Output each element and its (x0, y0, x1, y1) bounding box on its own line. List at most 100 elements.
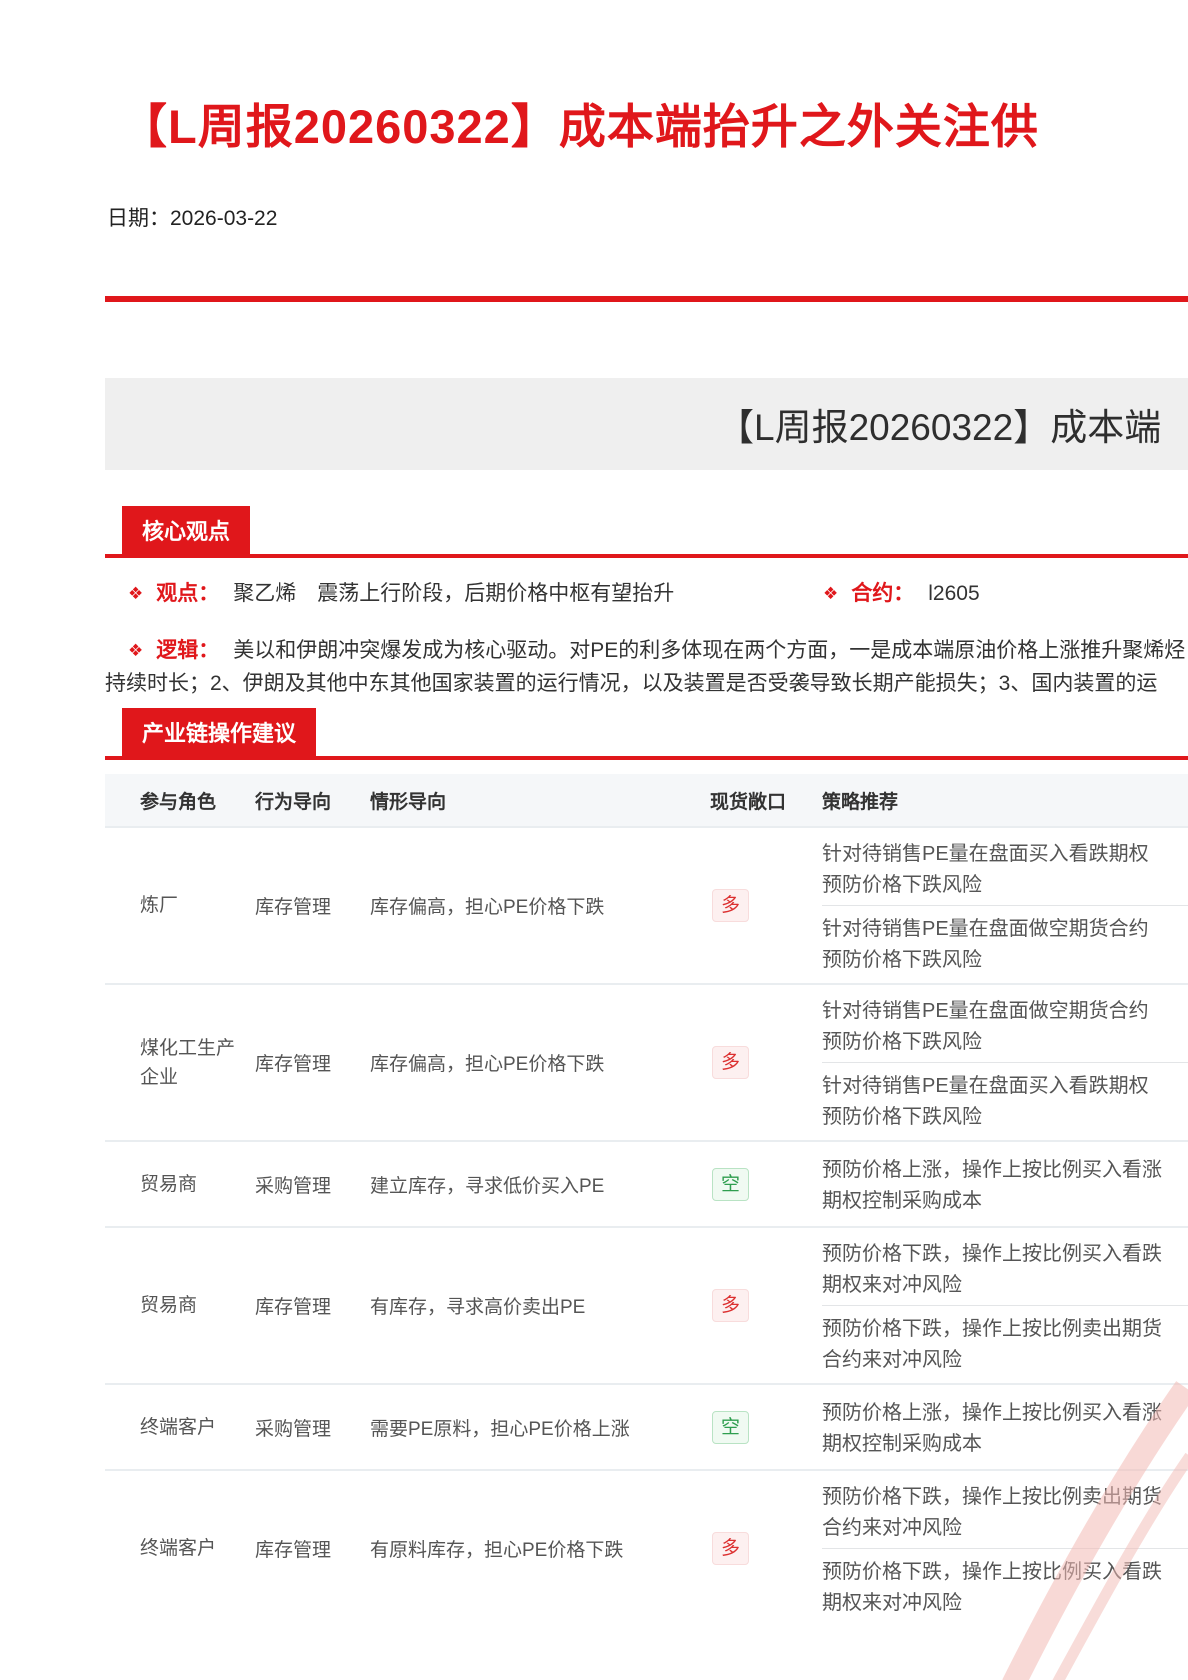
contract-item: ❖合约：l2605 (823, 580, 980, 608)
strategy-item: 针对待销售PE量在盘面做空期货合约预防价格下跌风险 (797, 988, 1188, 1062)
situation-cell: 库存偏高，担心PE价格下跌 (370, 892, 685, 919)
diamond-bullet-icon: ❖ (128, 641, 143, 660)
situation-cell: 建立库存，寻求低价买入PE (370, 1171, 685, 1198)
column-header: 行为导向 (255, 787, 370, 814)
page-title: 【L周报20260322】成本端抬升之外关注供 (120, 96, 1188, 158)
behavior-cell: 库存管理 (255, 892, 370, 919)
situation-cell: 有库存，寻求高价卖出PE (370, 1292, 685, 1319)
exposure-badge: 空 (712, 1411, 749, 1444)
banner: 【L周报20260322】成本端 (105, 378, 1188, 470)
exposure-cell: 多 (685, 889, 797, 922)
strategy-line: 预防价格下跌风险 (822, 870, 1188, 901)
strategy-item: 预防价格下跌，操作上按比例卖出期货合约来对冲风险 (797, 1306, 1188, 1380)
behavior-cell: 库存管理 (255, 1049, 370, 1076)
strategy-item: 预防价格下跌，操作上按比例买入看跌期权来对冲风险 (797, 1231, 1188, 1305)
strategy-line: 预防价格上涨，操作上按比例买入看涨 (822, 1155, 1188, 1186)
strategy-line: 针对待销售PE量在盘面做空期货合约 (822, 914, 1188, 945)
date-label: 日期： (107, 207, 170, 230)
banner-title: 【L周报20260322】成本端 (105, 397, 1161, 451)
situation-cell: 有原料库存，担心PE价格下跌 (370, 1535, 685, 1562)
strategy-item: 预防价格下跌，操作上按比例卖出期货合约来对冲风险 (797, 1474, 1188, 1548)
strategy-line: 合约来对冲风险 (822, 1345, 1188, 1376)
column-header: 策略推荐 (797, 787, 1188, 814)
strategy-line: 期权来对冲风险 (822, 1588, 1188, 1619)
strategy-line: 期权控制采购成本 (822, 1186, 1188, 1217)
exposure-badge: 多 (712, 1046, 749, 1079)
diamond-bullet-icon: ❖ (128, 584, 143, 603)
exposure-badge: 多 (712, 1289, 749, 1322)
viewpoint-text: 聚乙烯 震荡上行阶段，后期价格中枢有望抬升 (233, 582, 674, 605)
logic-text-1: 美以和伊朗冲突爆发成为核心驱动。对PE的利多体现在两个方面，一是成本端原油价格上… (233, 639, 1185, 662)
report-content: 【L周报20260322】成本端抬升之外关注供 日期：2026-03-22 【L… (105, 0, 1188, 1626)
role-cell: 贸易商 (105, 1291, 255, 1320)
strategy-cell: 预防价格下跌，操作上按比例卖出期货合约来对冲风险预防价格下跌，操作上按比例买入看… (797, 1471, 1188, 1626)
table-row: 终端客户采购管理需要PE原料，担心PE价格上涨空预防价格上涨，操作上按比例买入看… (105, 1383, 1188, 1469)
exposure-cell: 多 (685, 1046, 797, 1079)
strategy-line: 合约来对冲风险 (822, 1513, 1188, 1544)
strategy-line: 预防价格下跌风险 (822, 945, 1188, 976)
core-section-badge: 核心观点 (122, 506, 250, 554)
diamond-bullet-icon: ❖ (823, 584, 838, 603)
strategy-item: 针对待销售PE量在盘面买入看跌期权预防价格下跌风险 (797, 1063, 1188, 1137)
strategy-line: 针对待销售PE量在盘面做空期货合约 (822, 996, 1188, 1027)
strategy-line: 预防价格下跌，操作上按比例买入看跌 (822, 1557, 1188, 1588)
core-section-header: 核心观点 (105, 506, 1188, 558)
strategy-line: 预防价格下跌，操作上按比例卖出期货 (822, 1482, 1188, 1513)
strategy-cell: 针对待销售PE量在盘面买入看跌期权预防价格下跌风险针对待销售PE量在盘面做空期货… (797, 828, 1188, 983)
strategy-cell: 预防价格上涨，操作上按比例买入看涨期权控制采购成本 (797, 1142, 1188, 1226)
date-value: 2026-03-22 (170, 207, 277, 230)
viewpoint-row: ❖ 观点： 聚乙烯 震荡上行阶段，后期价格中枢有望抬升 ❖合约：l2605 (105, 580, 1188, 608)
logic-line-2: 持续时长；2、伊朗及其他中东其他国家装置的运行情况，以及装置是否受袭导致长期产能… (105, 667, 1188, 700)
role-cell: 终端客户 (105, 1534, 255, 1563)
role-cell: 贸易商 (105, 1170, 255, 1199)
table-row: 煤化工生产企业库存管理库存偏高，担心PE价格下跌多 针对待销售PE量在盘面做空期货… (105, 983, 1188, 1140)
table-row: 炼厂库存管理库存偏高，担心PE价格下跌多 针对待销售PE量在盘面买入看跌期权预防价… (105, 826, 1188, 983)
role-cell: 炼厂 (105, 891, 255, 920)
exposure-badge: 多 (712, 889, 749, 922)
logic-block: ❖ 逻辑： 美以和伊朗冲突爆发成为核心驱动。对PE的利多体现在两个方面，一是成本端原… (105, 634, 1188, 700)
exposure-cell: 空 (685, 1411, 797, 1444)
exposure-cell: 多 (685, 1289, 797, 1322)
strategy-item: 针对待销售PE量在盘面买入看跌期权预防价格下跌风险 (797, 831, 1188, 905)
strategy-line: 针对待销售PE量在盘面买入看跌期权 (822, 839, 1188, 870)
situation-cell: 需要PE原料，担心PE价格上涨 (370, 1414, 685, 1441)
report-page: 【L周报20260322】成本端抬升之外关注供 日期：2026-03-22 【L… (0, 0, 1188, 1680)
exposure-badge: 多 (712, 1532, 749, 1565)
table-header-row: 参与角色行为导向情形导向现货敞口策略推荐 (105, 774, 1188, 826)
strategy-item: 预防价格下跌，操作上按比例买入看跌期权来对冲风险 (797, 1549, 1188, 1623)
strategy-line: 预防价格上涨，操作上按比例买入看涨 (822, 1398, 1188, 1429)
strategy-cell: 针对待销售PE量在盘面做空期货合约预防价格下跌风险针对待销售PE量在盘面买入看跌… (797, 985, 1188, 1140)
strategy-item: 预防价格上涨，操作上按比例买入看涨期权控制采购成本 (797, 1147, 1188, 1221)
table-row: 终端客户库存管理有原料库存，担心PE价格下跌多预防价格下跌，操作上按比例卖出期货… (105, 1469, 1188, 1626)
logic-label: 逻辑： (156, 639, 219, 662)
exposure-cell: 多 (685, 1532, 797, 1565)
contract-value: l2605 (928, 582, 979, 605)
strategy-cell: 预防价格上涨，操作上按比例买入看涨期权控制采购成本 (797, 1385, 1188, 1469)
operation-table: 参与角色行为导向情形导向现货敞口策略推荐 炼厂库存管理库存偏高，担心PE价格下跌… (105, 774, 1188, 1626)
logic-text-2: 持续时长；2、伊朗及其他中东其他国家装置的运行情况，以及装置是否受袭导致长期产能… (105, 672, 1157, 695)
chain-section-badge: 产业链操作建议 (122, 708, 316, 756)
chain-section-header: 产业链操作建议 (105, 708, 1188, 760)
strategy-line: 预防价格下跌风险 (822, 1102, 1188, 1133)
table-row: 贸易商库存管理有库存，寻求高价卖出PE多预防价格下跌，操作上按比例买入看跌期权来… (105, 1226, 1188, 1383)
situation-cell: 库存偏高，担心PE价格下跌 (370, 1049, 685, 1076)
strategy-line: 预防价格下跌风险 (822, 1027, 1188, 1058)
report-date: 日期：2026-03-22 (107, 202, 1188, 232)
divider-rule (105, 296, 1188, 302)
logic-line-1: ❖ 逻辑： 美以和伊朗冲突爆发成为核心驱动。对PE的利多体现在两个方面，一是成本端原… (105, 634, 1188, 667)
table-row: 贸易商采购管理建立库存，寻求低价买入PE空预防价格上涨，操作上按比例买入看涨期权… (105, 1140, 1188, 1226)
role-cell: 煤化工生产企业 (105, 1034, 255, 1092)
exposure-cell: 空 (685, 1168, 797, 1201)
strategy-line: 期权来对冲风险 (822, 1270, 1188, 1301)
strategy-item: 针对待销售PE量在盘面做空期货合约预防价格下跌风险 (797, 906, 1188, 980)
column-header: 现货敞口 (685, 787, 797, 814)
column-header: 参与角色 (105, 787, 255, 814)
behavior-cell: 采购管理 (255, 1171, 370, 1198)
column-header: 情形导向 (370, 787, 685, 814)
viewpoint-label: 观点： (156, 582, 219, 605)
strategy-line: 期权控制采购成本 (822, 1429, 1188, 1460)
table-body: 炼厂库存管理库存偏高，担心PE价格下跌多针对待销售PE量在盘面买入看跌期权预防价… (105, 826, 1188, 1626)
strategy-line: 针对待销售PE量在盘面买入看跌期权 (822, 1071, 1188, 1102)
behavior-cell: 采购管理 (255, 1414, 370, 1441)
strategy-line: 预防价格下跌，操作上按比例卖出期货 (822, 1314, 1188, 1345)
